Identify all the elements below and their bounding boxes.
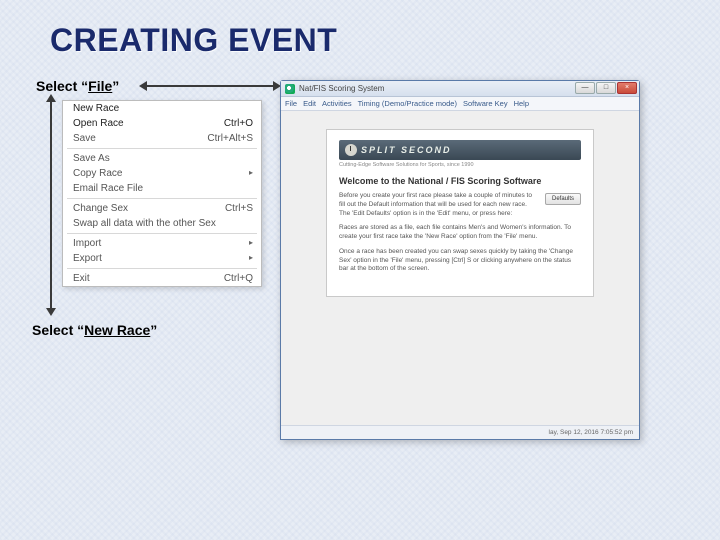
window-minimize-button[interactable]: — [575,82,595,94]
app-menubar: File Edit Activities Timing (Demo/Practi… [281,97,639,111]
menubar-software-key[interactable]: Software Key [463,99,508,108]
window-titlebar[interactable]: Nat/FIS Scoring System — □ × [281,81,639,97]
menubar-activities[interactable]: Activities [322,99,352,108]
arrow-to-file-menu [145,85,275,87]
menu-separator [67,268,257,269]
menu-item[interactable]: Save As [63,151,261,166]
menu-item[interactable]: Email Race File [63,181,261,196]
defaults-button[interactable]: Defaults [545,193,581,205]
menubar-edit[interactable]: Edit [303,99,316,108]
menu-item[interactable]: ExitCtrl+Q [63,271,261,286]
app-window: Nat/FIS Scoring System — □ × File Edit A… [280,80,640,440]
status-datetime: lay, Sep 12, 2016 7:05:52 pm [549,429,633,436]
brand-name: SPLIT SECOND [361,145,452,155]
panel-paragraph: Races are stored as a file, each file co… [339,224,581,242]
brand-tagline: Cutting-Edge Software Solutions for Spor… [339,162,581,168]
menubar-help[interactable]: Help [514,99,529,108]
window-title: Nat/FIS Scoring System [299,84,384,93]
app-icon [285,84,295,94]
clock-icon [345,144,357,156]
window-close-button[interactable]: × [617,82,637,94]
submenu-arrow-icon: ▸ [249,168,253,179]
menu-item[interactable]: Swap all data with the other Sex [63,216,261,231]
panel-paragraph: Once a race has been created you can swa… [339,248,581,274]
instruction-select-file: Select “File” [36,78,119,94]
window-maximize-button[interactable]: □ [596,82,616,94]
menu-separator [67,198,257,199]
menu-item[interactable]: Copy Race▸ [63,166,261,181]
menu-separator [67,148,257,149]
menu-item[interactable]: Open RaceCtrl+O [63,116,261,131]
menu-separator [67,233,257,234]
arrow-to-new-race [50,100,52,310]
menu-item[interactable]: Export▸ [63,251,261,266]
file-menu-dropdown: New Race Open RaceCtrl+O SaveCtrl+Alt+S … [62,100,262,287]
submenu-arrow-icon: ▸ [249,253,253,264]
instruction-select-new-race: Select “New Race” [32,322,157,338]
page-title: CREATING EVENT [50,22,337,59]
menu-item[interactable]: New Race [63,101,261,116]
menu-item[interactable]: Import▸ [63,236,261,251]
menubar-file[interactable]: File [285,99,297,108]
status-bar[interactable]: lay, Sep 12, 2016 7:05:52 pm [281,425,639,439]
brand-banner: SPLIT SECOND [339,140,581,160]
submenu-arrow-icon: ▸ [249,238,253,249]
panel-paragraph: Before you create your first race please… [339,192,539,218]
menu-item[interactable]: Change SexCtrl+S [63,201,261,216]
menu-item[interactable]: SaveCtrl+Alt+S [63,131,261,146]
panel-heading: Welcome to the National / FIS Scoring So… [339,176,581,186]
menubar-timing[interactable]: Timing (Demo/Practice mode) [358,99,457,108]
